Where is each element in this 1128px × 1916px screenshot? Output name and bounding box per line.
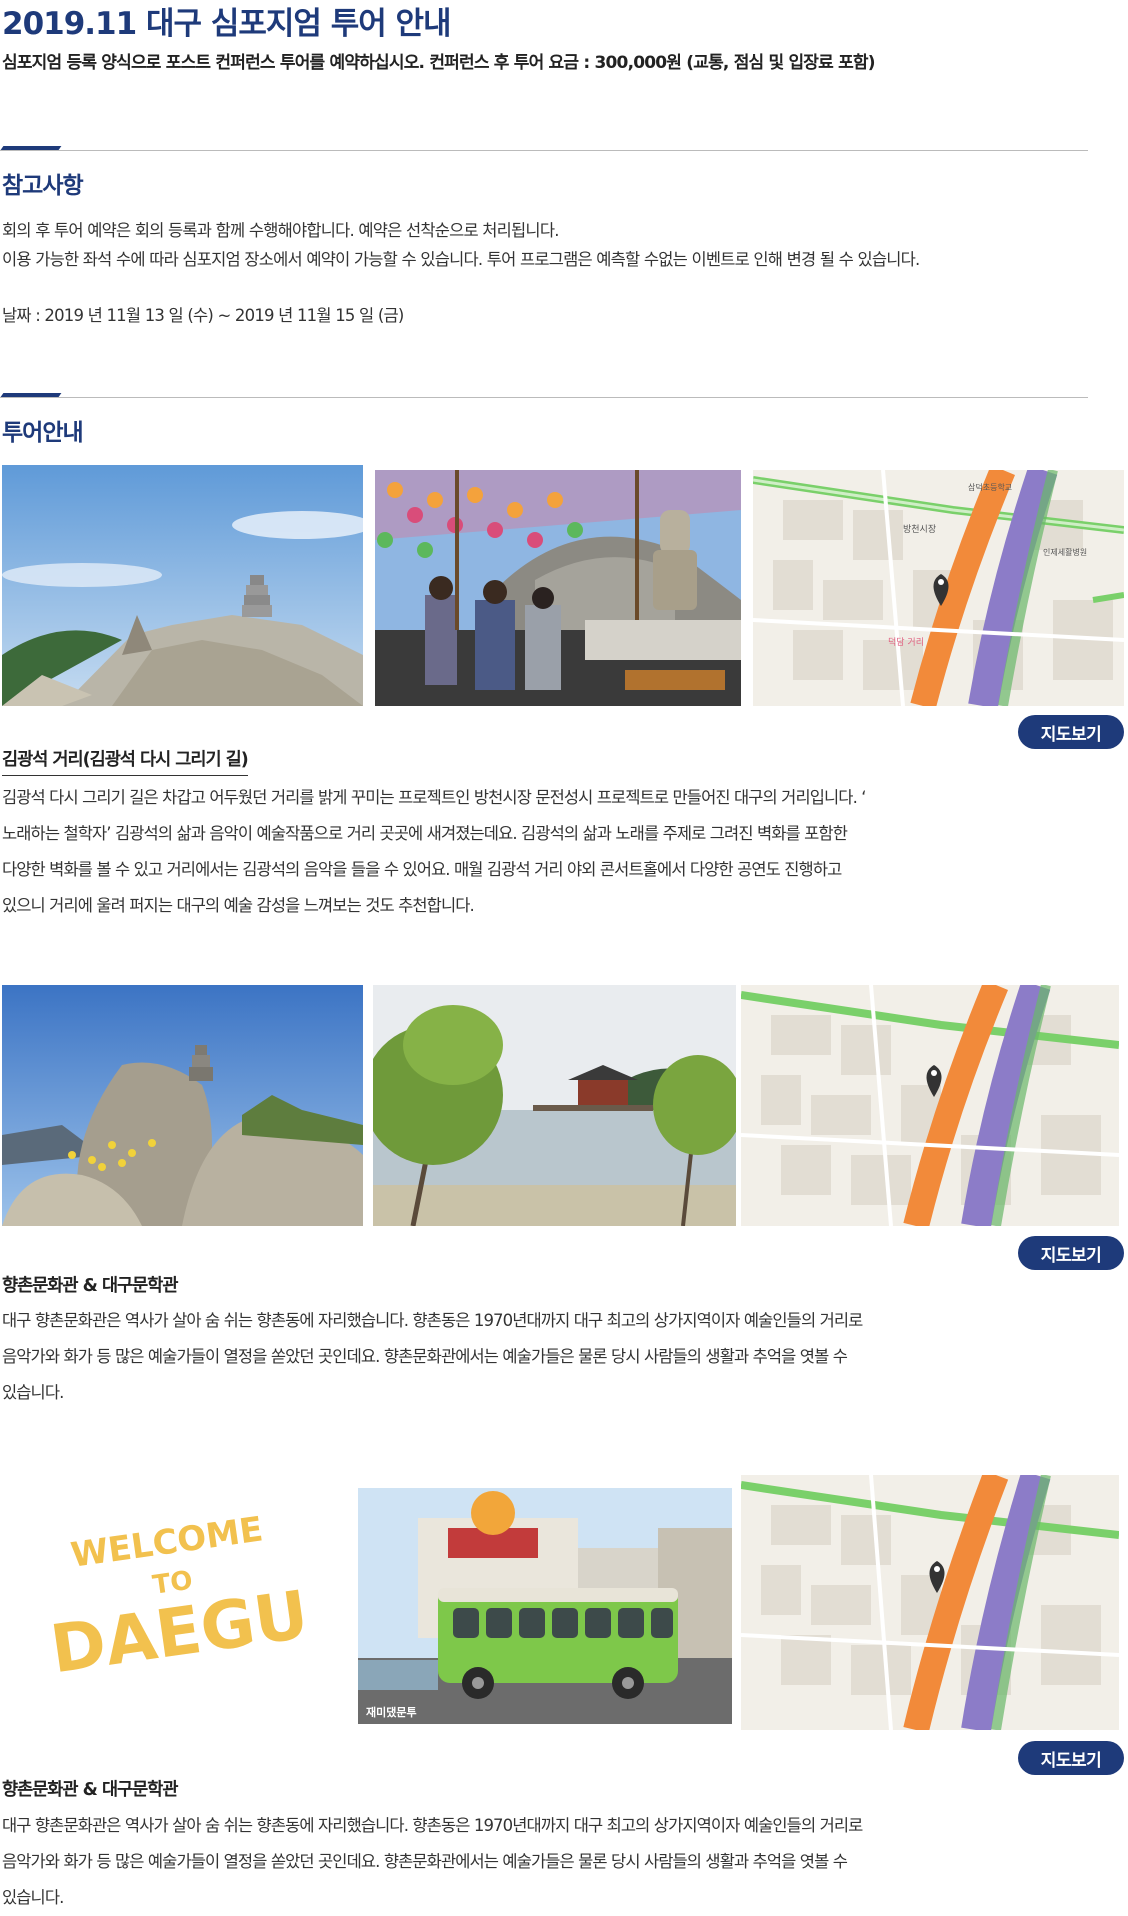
photo-rocky-peak-pagoda (2, 465, 363, 706)
svg-text:WELCOME: WELCOME (68, 1509, 265, 1576)
map-view-button[interactable]: 지도보기 (1018, 715, 1124, 749)
page-subtitle: 심포지엄 등록 양식으로 포스트 컨퍼런스 투어를 예약하십시오. 컨퍼런스 후… (2, 53, 876, 73)
welcome-to-daegu-graphic: WELCOME TO DAEGU (30, 1505, 320, 1695)
tour-item-desc-line: 음악가와 화가 등 많은 예술가들이 열정을 쏟았던 곳인데요. 향촌문화관에서… (2, 1852, 848, 1871)
tour-item-title: 향촌문화관 & 대구문학관 (2, 1780, 178, 1800)
photo-temple-buddha (375, 470, 741, 706)
map-view-button[interactable]: 지도보기 (1018, 1236, 1124, 1270)
notes-heading: 참고사항 (2, 173, 84, 199)
map-thumbnail[interactable]: 방천시장 덕담 거리 삼덕초등학교 인제세활병원 (753, 470, 1124, 706)
tour-item-desc-line: 노래하는 철학자’ 김광석의 삶과 음악이 예술작품으로 거리 곳곳에 새겨졌는… (2, 824, 848, 843)
map-view-button[interactable]: 지도보기 (1018, 1741, 1124, 1775)
svg-text:DAEGU: DAEGU (46, 1576, 313, 1688)
svg-text:방천시장: 방천시장 (903, 524, 936, 535)
notes-line-1: 회의 후 투어 예약은 회의 등록과 함께 수행해야합니다. 예약은 선착순으로… (2, 221, 559, 240)
tour-item-desc-line: 대구 향촌문화관은 역사가 살아 숨 쉬는 향촌동에 자리했습니다. 향촌동은 … (2, 1816, 863, 1835)
section-divider (0, 150, 1088, 151)
svg-text:삼덕초등학교: 삼덕초등학교 (968, 482, 1012, 492)
notes-line-2: 이용 가능한 좌석 수에 따라 심포지엄 장소에서 예약이 가능할 수 있습니다… (2, 250, 920, 269)
tour-heading: 투어안내 (2, 420, 84, 446)
tour-item-desc-line: 있습니다. (2, 1888, 64, 1907)
svg-text:인제세활병원: 인제세활병원 (1043, 547, 1087, 557)
photo-lake-pavilion (373, 985, 736, 1226)
tour-item-desc-line: 있습니다. (2, 1383, 64, 1402)
tour-item-desc-line: 김광석 다시 그리기 길은 차갑고 어두웠던 거리를 밝게 꾸미는 프로젝트인 … (2, 788, 867, 807)
photo-tour-bus: 재미댔문투 (358, 1488, 732, 1724)
tour-item-title: 김광석 거리(김광석 다시 그리기 길) (2, 746, 249, 776)
tour-item-desc-line: 대구 향촌문화관은 역사가 살아 숨 쉬는 향촌동에 자리했습니다. 향촌동은 … (2, 1311, 863, 1330)
tour-item-title: 향촌문화관 & 대구문학관 (2, 1276, 178, 1296)
page-title: 2019.11 대구 심포지엄 투어 안내 (2, 6, 452, 42)
section-divider (0, 397, 1088, 398)
tour-item-desc-line: 다양한 벽화를 볼 수 있고 거리에서는 김광석의 음악을 들을 수 있어요. … (2, 860, 842, 879)
tour-item-desc-line: 음악가와 화가 등 많은 예술가들이 열정을 쏟았던 곳인데요. 향촌문화관에서… (2, 1347, 848, 1366)
tour-item-desc-line: 있으니 거리에 울려 퍼지는 대구의 예술 감성을 느껴보는 것도 추천합니다. (2, 896, 475, 915)
photo-rock-pagoda-flowers (2, 985, 363, 1226)
svg-text:덕담 거리: 덕담 거리 (888, 636, 924, 648)
svg-text:재미댔문투: 재미댔문투 (366, 1705, 417, 1719)
map-thumbnail[interactable] (741, 985, 1119, 1226)
map-thumbnail[interactable] (741, 1475, 1119, 1730)
notes-date: 날짜 : 2019 년 11월 13 일 (수) ~ 2019 년 11월 15… (2, 306, 404, 325)
